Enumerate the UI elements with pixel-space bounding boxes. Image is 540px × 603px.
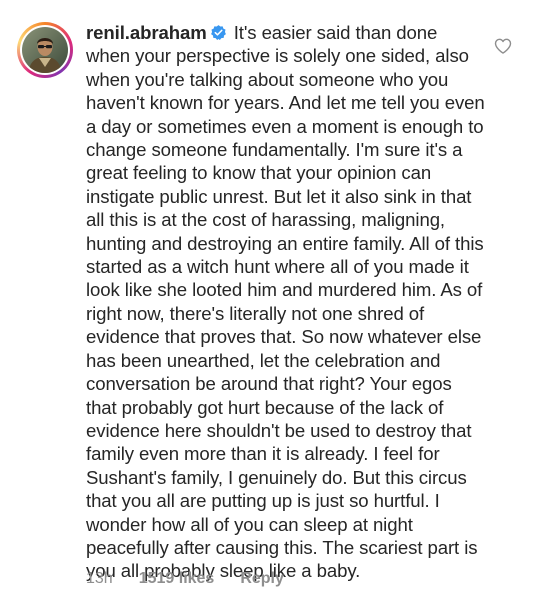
comment-text: It's easier said than done when your per… — [86, 22, 485, 582]
comment: renil.abraham It's easier said than done… — [0, 0, 540, 603]
reply-button[interactable]: Reply — [240, 570, 284, 588]
verified-badge-icon — [210, 25, 226, 40]
avatar[interactable] — [17, 22, 73, 78]
like-count[interactable]: 1519 likes — [139, 570, 215, 588]
comment-body: renil.abraham It's easier said than done… — [86, 21, 486, 583]
username[interactable]: renil.abraham — [86, 22, 207, 43]
heart-outline-icon[interactable] — [493, 36, 513, 56]
comment-meta: 13h 1519 likes Reply — [86, 570, 284, 588]
timestamp[interactable]: 13h — [86, 570, 113, 588]
avatar-image — [22, 27, 68, 73]
